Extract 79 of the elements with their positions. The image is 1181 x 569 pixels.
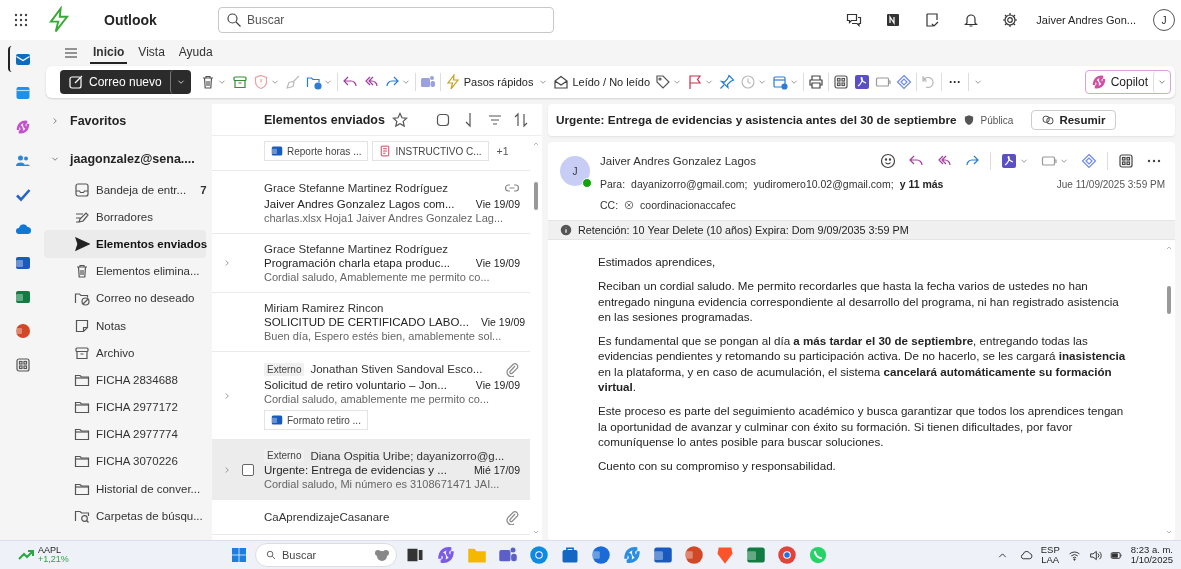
message-subject: SOLICITUD DE CERTIFICADO LABO...: [264, 316, 469, 328]
quick-steps-button[interactable]: Pasos rápidos: [442, 70, 536, 94]
app-name: Outlook: [104, 12, 158, 28]
list-title: Elementos enviados: [264, 112, 385, 127]
folder-item[interactable]: Archivo: [44, 339, 206, 367]
sender-name: Jonathan Stiven Sandoval Esco...: [310, 363, 483, 375]
recipient[interactable]: yudiromero10.02@gmail.com;: [753, 178, 894, 190]
favorites-toggle[interactable]: Favoritos: [44, 104, 206, 138]
folder-item[interactable]: FICHA 2834688: [44, 366, 206, 394]
cc-label: CC:: [600, 199, 619, 211]
message-date: Vie 19/09: [475, 257, 520, 269]
more-button[interactable]: ···: [944, 71, 967, 93]
message-date: Vie 19/09: [480, 316, 526, 328]
message-subject: Urgente: Entrega de evidencias y ...: [264, 464, 447, 476]
message-subject: Solicitud de retiro voluntario – Jon...: [264, 379, 447, 391]
email-subject: Urgente: Entrega de evidencias y asistencia antes del 30 de septiembre: [556, 113, 957, 127]
message-subject: Jaiver Andres Gonzalez Lagos com...: [264, 198, 455, 210]
stock-widget[interactable]: AAPL +1,21%: [18, 545, 228, 565]
ribbon-tab[interactable]: Ayuda: [175, 42, 216, 64]
account-toggle[interactable]: jaagonzalez@sena....: [44, 142, 206, 176]
sender-name: Jaiver Andres Gonzalez Lagos: [600, 155, 756, 167]
sensitivity-label: Pública: [980, 114, 1014, 126]
folder-item[interactable]: Correo no deseado: [44, 284, 206, 312]
external-tag: Externo: [264, 362, 305, 376]
folder-item[interactable]: Elementos enviados: [44, 230, 206, 258]
ribbon-tab[interactable]: Inicio: [90, 42, 128, 64]
external-tag: Externo: [264, 449, 305, 462]
message-preview: Cordial saludo, Mi número es 3108671471 JAI...: [264, 478, 501, 490]
body-paragraph: Es fundamental que se pongan al día a más tardar el 30 de septiembre, entregando todas las evidencias pendientes y retomando su participación activa. De no hacerlo, se les cargará inasistencia en la plataforma, y en caso de acumulación, el sistema cancelará automáticamente su formación virtual.: [598, 333, 1127, 395]
folder-item[interactable]: Notas: [44, 311, 206, 340]
more-recipients-link[interactable]: y 11 más: [899, 178, 944, 190]
ribbon-tab[interactable]: Vista: [135, 42, 168, 64]
sender-name: Grace Stefanne Martinez Rodríguez: [264, 243, 449, 255]
folder-item[interactable]: Bandeja de entr... 7: [44, 176, 206, 204]
attachment-chip[interactable]: Reporte horas ...: [264, 141, 369, 161]
search-field[interactable]: Buscar: [218, 7, 554, 33]
message-date: Mié 17/09: [473, 464, 520, 476]
message-subject: Programación charla etapa produc...: [264, 257, 451, 269]
message-preview: Cordial saludo, amablemente me permito co...: [264, 393, 490, 405]
more-attachments-count: +1: [496, 145, 509, 157]
sent-date: Jue 11/09/2025 3:59 PM: [1056, 178, 1165, 190]
body-paragraph: Reciban un cordial saludo. Me permito recordarles que hasta la fecha varios de ustedes no han entregado ninguna evidencia correspondiente al desarrollo del programa, ni han registrado asistencia en las sesiones programadas.: [598, 278, 1120, 325]
message-preview: Buen día, Espero estés bien, amablemente sol...: [264, 330, 503, 342]
sender-avatar: J: [560, 156, 590, 186]
folder-item[interactable]: Carpetas de búsqu...: [44, 502, 206, 530]
folder-item[interactable]: FICHA 3070226: [44, 447, 206, 476]
sender-name: Miriam Ramirez Rincon: [264, 302, 384, 314]
sender-name: Diana Ospitia Uribe; dayanizorro@g...: [310, 449, 505, 462]
recipient[interactable]: coordinacionaccafec: [640, 199, 736, 211]
message-date: Vie 19/09: [475, 379, 520, 391]
folder-item[interactable]: Historial de conver...: [44, 475, 206, 503]
folder-item[interactable]: Borradores: [44, 203, 206, 231]
user-name[interactable]: Jaiver Andres Gon...: [1036, 14, 1136, 26]
message-preview: charlas.xlsx Hoja1 Jaiver Andres Gonzalez Lag...: [264, 212, 505, 224]
message-date: Vie 19/09: [475, 198, 520, 210]
message-item[interactable]: Externo Diana Ospitia Uribe; dayanizorro@g... Urgente: Entrega de evidencias y ... Mié 17/09 Cordial saludo, Mi número es 3108671471 JAI...: [212, 440, 530, 500]
folder-item[interactable]: FICHA 2977774: [44, 420, 206, 448]
body-paragraph: Estimados aprendices,: [598, 254, 717, 270]
message-item[interactable]: CaAprendizajeCasanare: [212, 500, 530, 535]
taskbar-search-field[interactable]: Buscar: [255, 543, 397, 567]
message-item[interactable]: Grace Stefanne Martinez Rodríguez Jaiver Andres Gonzalez Lagos com... Vie 19/09 charlas.xlsx Hoja1 Jaiver Andres Gonzalez Lag...: [212, 171, 530, 234]
attachment-chip[interactable]: INSTRUCTIVO C...: [372, 141, 489, 161]
message-item[interactable]: Miriam Ramirez Rincon SOLICITUD DE CERTIFICADO LABO... Vie 19/09 Buen día, Espero estés bien, amablemente sol...: [212, 293, 530, 352]
summarize-button[interactable]: Resumir: [1031, 110, 1117, 130]
language-indicator[interactable]: ESP LAA: [1040, 544, 1060, 566]
body-paragraph: Cuento con su compromiso y responsabilidad.: [598, 458, 837, 474]
message-item[interactable]: Grace Stefanne Martinez Rodríguez Programación charla etapa produc... Vie 19/09 Cordial saludo, Amablemente me permito co...: [212, 234, 530, 293]
read-unread-button[interactable]: Leído / No leído: [551, 70, 653, 94]
clock[interactable]: 8:23 a. m. 1/10/2025: [1130, 544, 1173, 566]
recipient[interactable]: dayanizorro@gmail.com;: [631, 178, 748, 190]
body-paragraph: Este proceso es parte del seguimiento académico y busca garantizar que todos los aprendices tengan la oportunidad de avanzar y culminar con éxito su formación. Si tienen dificultades, por favor comuníquense lo antes posible para buscar soluciones.: [598, 403, 1125, 450]
sender-name: Grace Stefanne Martinez Rodríguez: [264, 182, 449, 194]
folder-item[interactable]: FICHA 2977172: [44, 393, 206, 421]
retention-text: Retención: 10 Year Delete (10 años) Expira: Dom 9/09/2035 3:59 PM: [578, 224, 909, 236]
folder-item[interactable]: Elementos elimina...: [44, 257, 206, 285]
to-label: Para:: [600, 178, 626, 190]
sender-name: CaAprendizajeCasanare: [264, 511, 390, 523]
message-preview: Cordial saludo, Amablemente me permito co...: [264, 271, 491, 283]
attachment-chip[interactable]: Formato retiro ...: [264, 410, 368, 430]
